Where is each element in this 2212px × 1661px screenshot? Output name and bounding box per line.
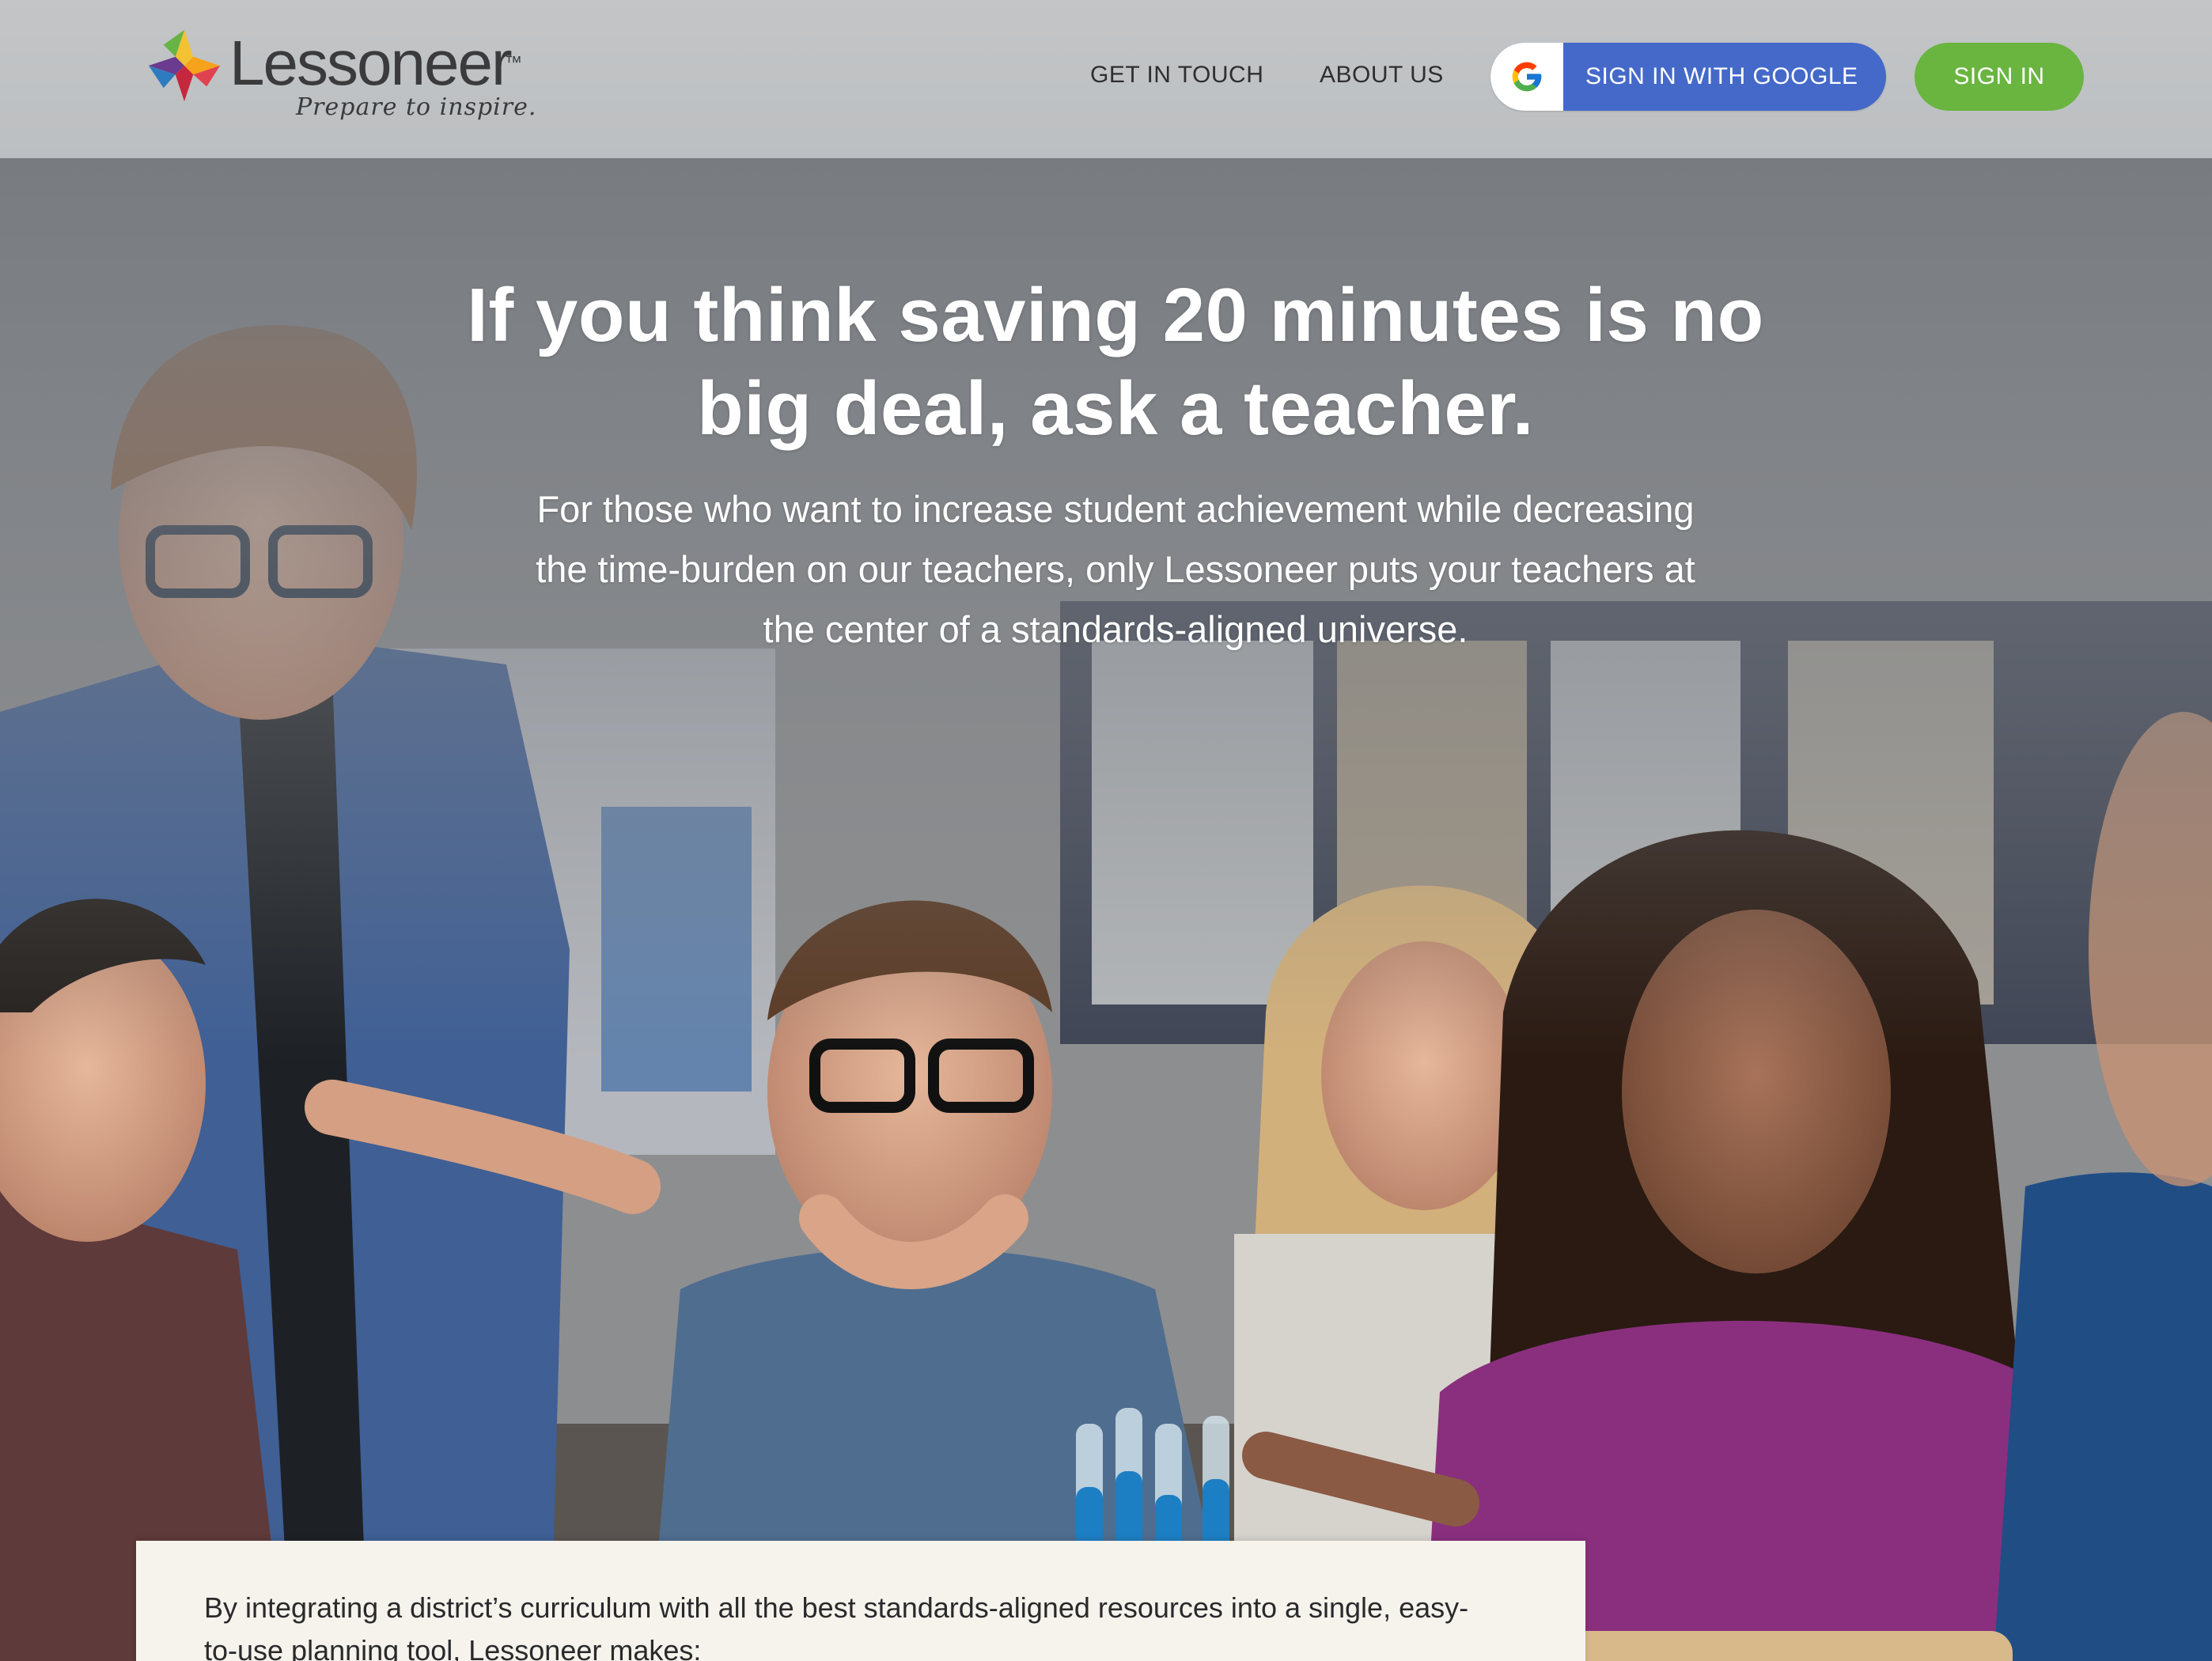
lessoneer-star-icon: [148, 29, 221, 102]
google-signin-label: SIGN IN WITH GOOGLE: [1585, 63, 1858, 89]
brand-tagline: Prepare to inspire.: [296, 93, 537, 121]
google-icon-box: [1490, 43, 1563, 111]
brand-name: Lessoneer: [229, 28, 513, 98]
hero-title: If you think saving 20 minutes is no big…: [467, 273, 1764, 451]
site-header: Lessoneer ™ Prepare to inspire. GET IN T…: [0, 0, 2212, 158]
sign-in-with-google-button[interactable]: SIGN IN WITH GOOGLE: [1490, 43, 1886, 111]
nav-about-us[interactable]: ABOUT US: [1320, 62, 1444, 89]
intro-card: By integrating a district’s curriculum w…: [136, 1541, 1585, 1661]
trademark-symbol: ™: [505, 52, 522, 72]
intro-text: By integrating a district’s curriculum w…: [204, 1591, 1469, 1661]
hero-subtitle: For those who want to increase student a…: [536, 488, 1695, 650]
google-g-icon: [1512, 62, 1542, 92]
hero-section: If you think saving 20 minutes is no big…: [0, 158, 2212, 1661]
nav-get-in-touch[interactable]: GET IN TOUCH: [1090, 62, 1263, 89]
brand-logo[interactable]: Lessoneer ™ Prepare to inspire.: [147, 28, 543, 131]
sign-in-button[interactable]: SIGN IN: [1915, 43, 2084, 111]
